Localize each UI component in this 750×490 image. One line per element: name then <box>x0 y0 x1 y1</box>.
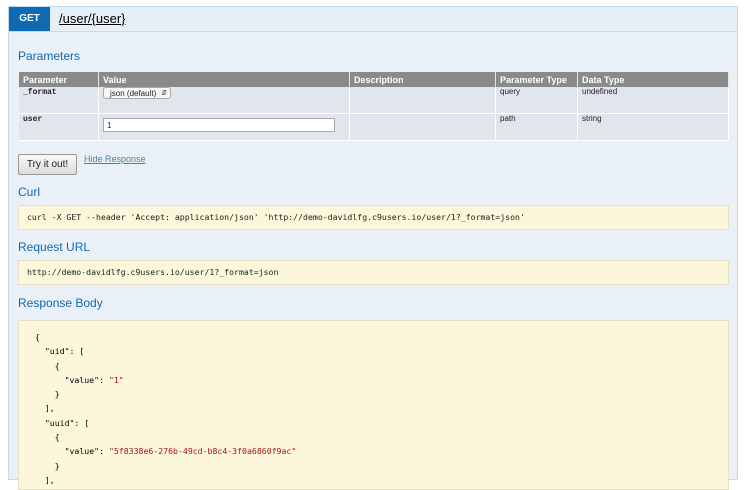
json-line: } <box>54 389 60 400</box>
parameters-table: Parameter Value Description Parameter Ty… <box>19 72 729 141</box>
table-row: user 1 path string <box>19 113 729 141</box>
col-value: Value <box>98 72 350 87</box>
table-header-row: Parameter Value Description Parameter Ty… <box>19 72 729 87</box>
param-type: query <box>495 87 578 114</box>
operation-path-link[interactable]: /user/{user} <box>59 7 126 31</box>
try-it-out-button[interactable]: Try it out! <box>18 154 77 175</box>
param-type: path <box>495 113 578 141</box>
request-url-title: Request URL <box>18 240 91 254</box>
json-line: ], <box>44 403 55 414</box>
json-line: "uid": [ <box>44 346 85 357</box>
param-data-type: string <box>577 113 729 141</box>
col-parameter: Parameter <box>19 72 99 87</box>
param-description <box>349 87 496 114</box>
json-line: { <box>54 360 60 371</box>
curl-title: Curl <box>18 185 41 199</box>
operation-heading[interactable]: GET /user/{user} <box>9 7 737 32</box>
operation-block: GET /user/{user} Parameters Parameter Va… <box>8 6 738 490</box>
page-frame: GET /user/{user} Parameters Parameter Va… <box>0 0 748 490</box>
select-arrows-icon: ⇵ <box>161 90 167 97</box>
json-line: { <box>35 332 40 342</box>
response-body: { "uid": [ { "value": "1" } ], "uuid": [… <box>18 320 729 490</box>
format-select[interactable]: json (default) ⇵ <box>103 87 171 99</box>
json-line: } <box>54 460 60 471</box>
hide-response-link[interactable]: Hide Response <box>84 154 146 164</box>
col-description: Description <box>349 72 496 87</box>
http-method-badge[interactable]: GET <box>9 7 50 31</box>
col-parameter-type: Parameter Type <box>495 72 578 87</box>
user-input[interactable]: 1 <box>103 118 335 132</box>
param-data-type: undefined <box>577 87 729 114</box>
table-row: _format json (default) ⇵ query undefined <box>19 87 729 114</box>
json-line: "value": "1" <box>64 374 124 385</box>
parameters-title: Parameters <box>18 49 81 63</box>
param-name: user <box>23 115 43 124</box>
format-select-value: json (default) <box>110 89 157 98</box>
json-line: ], <box>44 474 55 485</box>
param-name: _format <box>23 88 57 97</box>
request-url-value: http://demo-davidlfg.c9users.io/user/1?_… <box>18 260 729 285</box>
curl-command: curl -X GET --header 'Accept: applicatio… <box>18 205 729 230</box>
param-description <box>349 113 496 141</box>
col-data-type: Data Type <box>577 72 729 87</box>
json-line: { <box>54 432 60 443</box>
response-body-title: Response Body <box>18 296 103 310</box>
json-line: "uuid": [ <box>44 417 90 428</box>
json-line: "value": "5f8338e6-276b-49cd-b8c4-3f0a68… <box>64 446 297 457</box>
